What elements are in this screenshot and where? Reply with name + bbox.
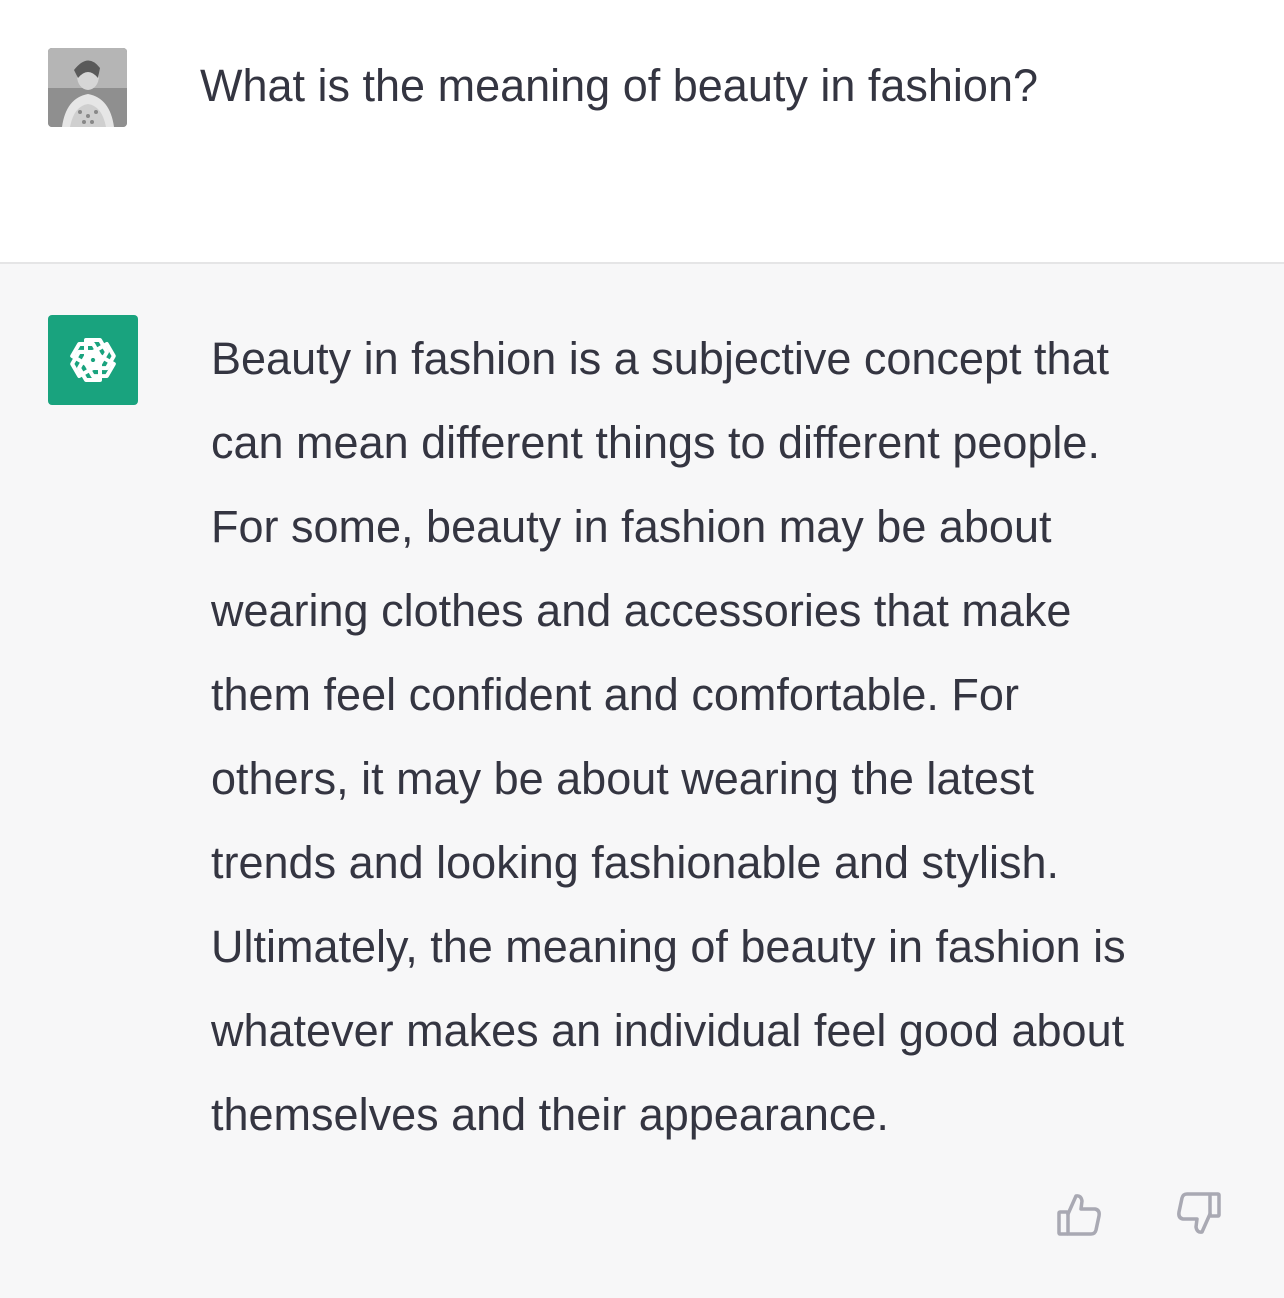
thumbs-down-button[interactable] [1175, 1190, 1223, 1238]
message-line: them feel confident and comfortable. For [211, 669, 1019, 720]
message-line: others, it may be about wearing the late… [211, 753, 1034, 804]
user-message-text: What is the meaning of beauty in fashion… [200, 60, 1039, 111]
message-line: whatever makes an individual feel good a… [211, 1005, 1125, 1056]
assistant-avatar [48, 315, 138, 405]
message-line: For some, beauty in fashion may be about [211, 501, 1052, 552]
thumbs-up-button[interactable] [1055, 1190, 1103, 1238]
message-line: Ultimately, the meaning of beauty in fas… [211, 921, 1126, 972]
assistant-message-row: Beauty in fashion is a subjective concep… [0, 264, 1284, 1298]
user-avatar [48, 48, 127, 127]
message-line: can mean different things to different p… [211, 417, 1100, 468]
user-avatar-photo-icon [48, 48, 127, 127]
message-line: themselves and their appearance. [211, 1089, 889, 1140]
assistant-message-text: Beauty in fashion is a subjective concep… [211, 317, 1231, 1157]
chat-thread: What is the meaning of beauty in fashion… [0, 0, 1284, 1298]
openai-logo-icon [70, 338, 116, 382]
message-line: trends and looking fashionable and styli… [211, 837, 1060, 888]
user-message-row: What is the meaning of beauty in fashion… [0, 0, 1284, 264]
message-line: wearing clothes and accessories that mak… [211, 585, 1072, 636]
message-line: Beauty in fashion is a subjective concep… [211, 333, 1110, 384]
thumbs-up-icon [1057, 1194, 1101, 1236]
thumbs-down-icon [1177, 1192, 1221, 1234]
